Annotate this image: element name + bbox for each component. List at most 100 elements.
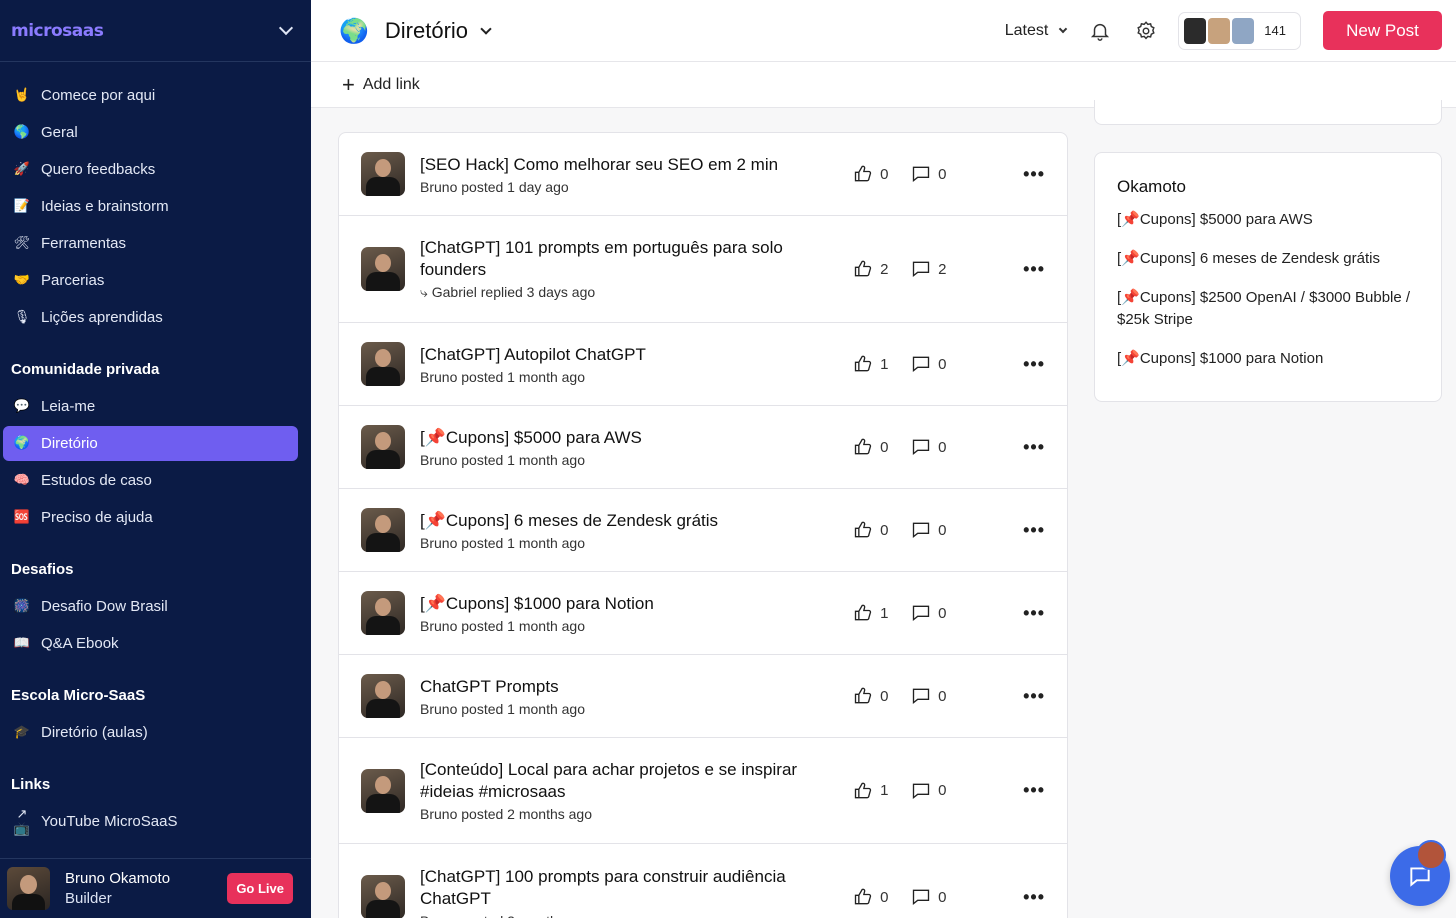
avatar[interactable]: [7, 867, 50, 910]
avatar[interactable]: [361, 425, 405, 469]
post-meta: ⤷ Gabriel replied 3 days ago: [420, 284, 596, 300]
more-options-icon[interactable]: •••: [1023, 437, 1045, 458]
section-heading-school[interactable]: Escola Micro-SaaS: [0, 677, 311, 713]
more-options-icon[interactable]: •••: [1023, 354, 1045, 375]
more-options-icon[interactable]: •••: [1023, 164, 1045, 185]
pinned-post-link[interactable]: [📌Cupons] $2500 OpenAI / $3000 Bubble / …: [1117, 287, 1419, 331]
more-options-icon[interactable]: •••: [1023, 780, 1045, 801]
avatar[interactable]: [361, 152, 405, 196]
chevron-down-icon[interactable]: [278, 20, 294, 36]
comment-button[interactable]: 0: [911, 781, 969, 801]
sidebar-item-estudos-de-caso[interactable]: 🧠 Estudos de caso: [3, 463, 298, 498]
post-row[interactable]: [ChatGPT] 100 prompts para construir aud…: [339, 844, 1067, 918]
avatar[interactable]: [361, 508, 405, 552]
like-button[interactable]: 0: [853, 520, 911, 540]
post-row[interactable]: [📌Cupons] $1000 para Notion Bruno posted …: [339, 572, 1067, 655]
post-row[interactable]: ChatGPT Prompts Bruno posted 1 month ago 0…: [339, 655, 1067, 738]
support-avatar[interactable]: [1416, 840, 1446, 870]
post-row[interactable]: [📌Cupons] 6 meses de Zendesk grátis Bruno…: [339, 489, 1067, 572]
section-heading-links[interactable]: Links: [0, 766, 311, 802]
post-title[interactable]: [SEO Hack] Como melhorar seu SEO em 2 mi…: [420, 154, 843, 176]
post-title[interactable]: [📌Cupons] $1000 para Notion: [420, 593, 843, 615]
go-live-button[interactable]: Go Live: [227, 873, 293, 904]
sidebar-item-comece-por-aqui[interactable]: 🤘 Comece por aqui: [3, 78, 298, 113]
more-options-icon[interactable]: •••: [1023, 603, 1045, 624]
post-title[interactable]: ChatGPT Prompts: [420, 676, 843, 698]
comment-button[interactable]: 0: [911, 520, 969, 540]
gear-icon[interactable]: [1134, 19, 1158, 43]
pinned-post-link[interactable]: [📌Cupons] $1000 para Notion: [1117, 348, 1419, 370]
sidebar-item-desafio-dow-brasil[interactable]: 🎆 Desafio Dow Brasil: [3, 589, 298, 624]
like-button[interactable]: 1: [853, 603, 911, 623]
bell-icon[interactable]: [1088, 19, 1112, 43]
avatar[interactable]: [361, 342, 405, 386]
post-title[interactable]: [Conteúdo] Local para achar projetos e s…: [420, 759, 840, 803]
sidebar-item-preciso-de-ajuda[interactable]: 🆘 Preciso de ajuda: [3, 500, 298, 535]
chevron-down-icon[interactable]: [480, 22, 492, 35]
comment-button[interactable]: 0: [911, 354, 969, 374]
sidebar-item-parcerias[interactable]: 🤝 Parcerias: [3, 263, 298, 298]
pinned-post-link[interactable]: [📌Cupons] $5000 para AWS: [1117, 209, 1419, 231]
thumbs-up-icon: [854, 888, 872, 905]
post-row[interactable]: [SEO Hack] Como melhorar seu SEO em 2 mi…: [339, 133, 1067, 216]
avatar[interactable]: [361, 875, 405, 918]
chevron-down-icon: [1059, 24, 1068, 33]
post-title[interactable]: [📌Cupons] $5000 para AWS: [420, 427, 843, 449]
section-heading-challenges[interactable]: Desafios: [0, 551, 311, 587]
like-button[interactable]: 1: [853, 354, 911, 374]
like-button[interactable]: 0: [853, 164, 911, 184]
post-row[interactable]: [Conteúdo] Local para achar projetos e s…: [339, 738, 1067, 844]
comment-button[interactable]: 2: [911, 259, 969, 279]
sidebar-item-q-a-ebook[interactable]: 📖 Q&A Ebook: [3, 626, 298, 661]
sidebar-item-leia-me[interactable]: 💬 Leia-me: [3, 389, 298, 424]
avatar[interactable]: [361, 768, 405, 813]
sidebar-item-quero-feedbacks[interactable]: 🚀 Quero feedbacks: [3, 152, 298, 187]
comment-button[interactable]: 0: [911, 603, 969, 623]
add-link-button[interactable]: Add link: [363, 76, 420, 94]
brand-header[interactable]: microsaas: [0, 0, 311, 62]
avatar[interactable]: [361, 591, 405, 635]
post-title[interactable]: [ChatGPT] 101 prompts em português para …: [420, 237, 840, 281]
sidebar-item-diret-rio-aulas[interactable]: 🎓 Diretório (aulas): [3, 715, 298, 750]
like-button[interactable]: 2: [853, 259, 911, 279]
comment-icon: [912, 889, 930, 906]
members-button[interactable]: 141: [1178, 11, 1301, 50]
page-title[interactable]: Diretório: [385, 18, 468, 44]
post-body: [ChatGPT] 101 prompts em português para …: [420, 237, 843, 301]
post-title[interactable]: [ChatGPT] 100 prompts para construir aud…: [420, 866, 840, 910]
comment-count: 0: [938, 355, 947, 373]
post-body: [Conteúdo] Local para achar projetos e s…: [420, 759, 843, 822]
post-row[interactable]: [ChatGPT] Autopilot ChatGPT Bruno posted …: [339, 323, 1067, 406]
sidebar-item-diret-rio[interactable]: 🌍 Diretório: [3, 426, 298, 461]
more-options-icon[interactable]: •••: [1023, 259, 1045, 280]
sidebar-item-youtube-microsaas[interactable]: ↗ 📺 YouTube MicroSaaS: [3, 804, 298, 839]
sidebar-item-geral[interactable]: 🌎 Geral: [3, 115, 298, 150]
like-button[interactable]: 0: [853, 686, 911, 706]
avatar[interactable]: [361, 674, 405, 718]
avatar[interactable]: [361, 247, 405, 291]
post-title[interactable]: [ChatGPT] Autopilot ChatGPT: [420, 344, 843, 366]
comment-button[interactable]: 0: [911, 437, 969, 457]
user-info[interactable]: Bruno Okamoto Builder: [65, 870, 227, 907]
new-post-button[interactable]: New Post: [1323, 11, 1442, 50]
sidebar-item-ideias-e-brainstorm[interactable]: 📝 Ideias e brainstorm: [3, 189, 298, 224]
more-options-icon[interactable]: •••: [1023, 686, 1045, 707]
comment-button[interactable]: 0: [911, 686, 969, 706]
post-title[interactable]: [📌Cupons] 6 meses de Zendesk grátis: [420, 510, 843, 532]
like-button[interactable]: 0: [853, 887, 911, 907]
section-heading-private[interactable]: Comunidade privada: [0, 351, 311, 387]
post-row[interactable]: [ChatGPT] 101 prompts em português para …: [339, 216, 1067, 323]
plus-icon[interactable]: +: [342, 73, 355, 96]
sidebar-item-li-es-aprendidas[interactable]: 🎙 Lições aprendidas: [3, 300, 298, 335]
comment-button[interactable]: 0: [911, 887, 969, 907]
comment-count: 0: [938, 438, 947, 456]
more-options-icon[interactable]: •••: [1023, 520, 1045, 541]
sort-dropdown[interactable]: Latest: [1005, 22, 1068, 40]
like-button[interactable]: 1: [853, 781, 911, 801]
post-row[interactable]: [📌Cupons] $5000 para AWS Bruno posted 1 m…: [339, 406, 1067, 489]
comment-button[interactable]: 0: [911, 164, 969, 184]
like-button[interactable]: 0: [853, 437, 911, 457]
sidebar-item-ferramentas[interactable]: 🛠 Ferramentas: [3, 226, 298, 261]
more-options-icon[interactable]: •••: [1023, 887, 1045, 908]
pinned-post-link[interactable]: [📌Cupons] 6 meses de Zendesk grátis: [1117, 248, 1419, 270]
